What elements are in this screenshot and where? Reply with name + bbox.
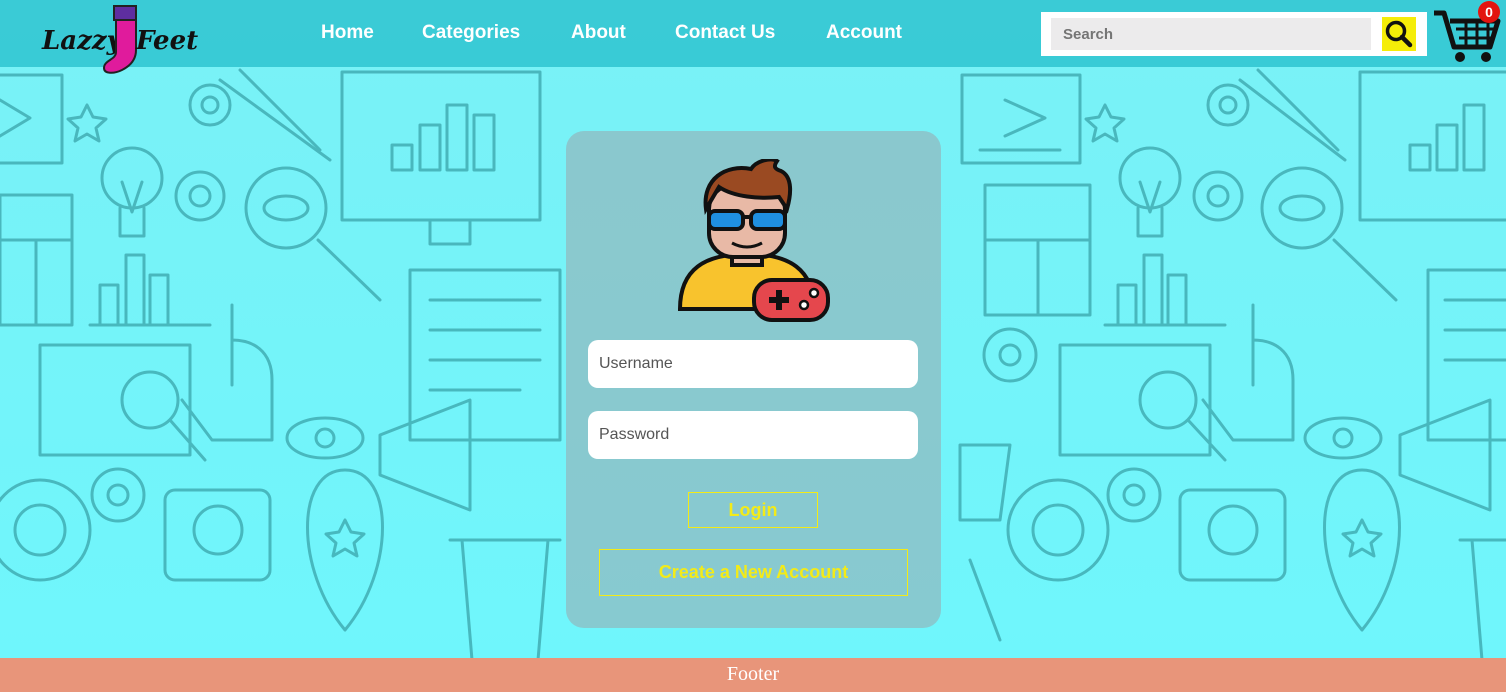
nav-categories[interactable]: Categories: [422, 22, 520, 44]
search-input[interactable]: [1051, 18, 1371, 50]
cart-count-badge: 0: [1478, 1, 1500, 23]
gamer-avatar-icon: [677, 159, 830, 322]
page-footer: Footer: [0, 658, 1506, 692]
search-button[interactable]: [1382, 17, 1416, 51]
nav-about[interactable]: About: [571, 22, 626, 44]
brand-logo-right: Feet: [136, 26, 199, 56]
username-field[interactable]: [588, 340, 918, 388]
create-account-button[interactable]: Create a New Account: [599, 549, 908, 596]
top-header: Lazzy Feet Home Categories About Contact…: [0, 0, 1506, 74]
login-button[interactable]: Login: [688, 492, 818, 528]
nav-home[interactable]: Home: [321, 22, 374, 44]
nav-contact-us[interactable]: Contact Us: [675, 22, 775, 44]
search-bar: [1041, 12, 1427, 56]
login-card: Login Create a New Account: [566, 131, 941, 628]
password-field[interactable]: [588, 411, 918, 459]
brand-logo[interactable]: Lazzy Feet: [38, 4, 199, 74]
nav-account[interactable]: Account: [826, 22, 902, 44]
search-icon: [1385, 20, 1413, 48]
